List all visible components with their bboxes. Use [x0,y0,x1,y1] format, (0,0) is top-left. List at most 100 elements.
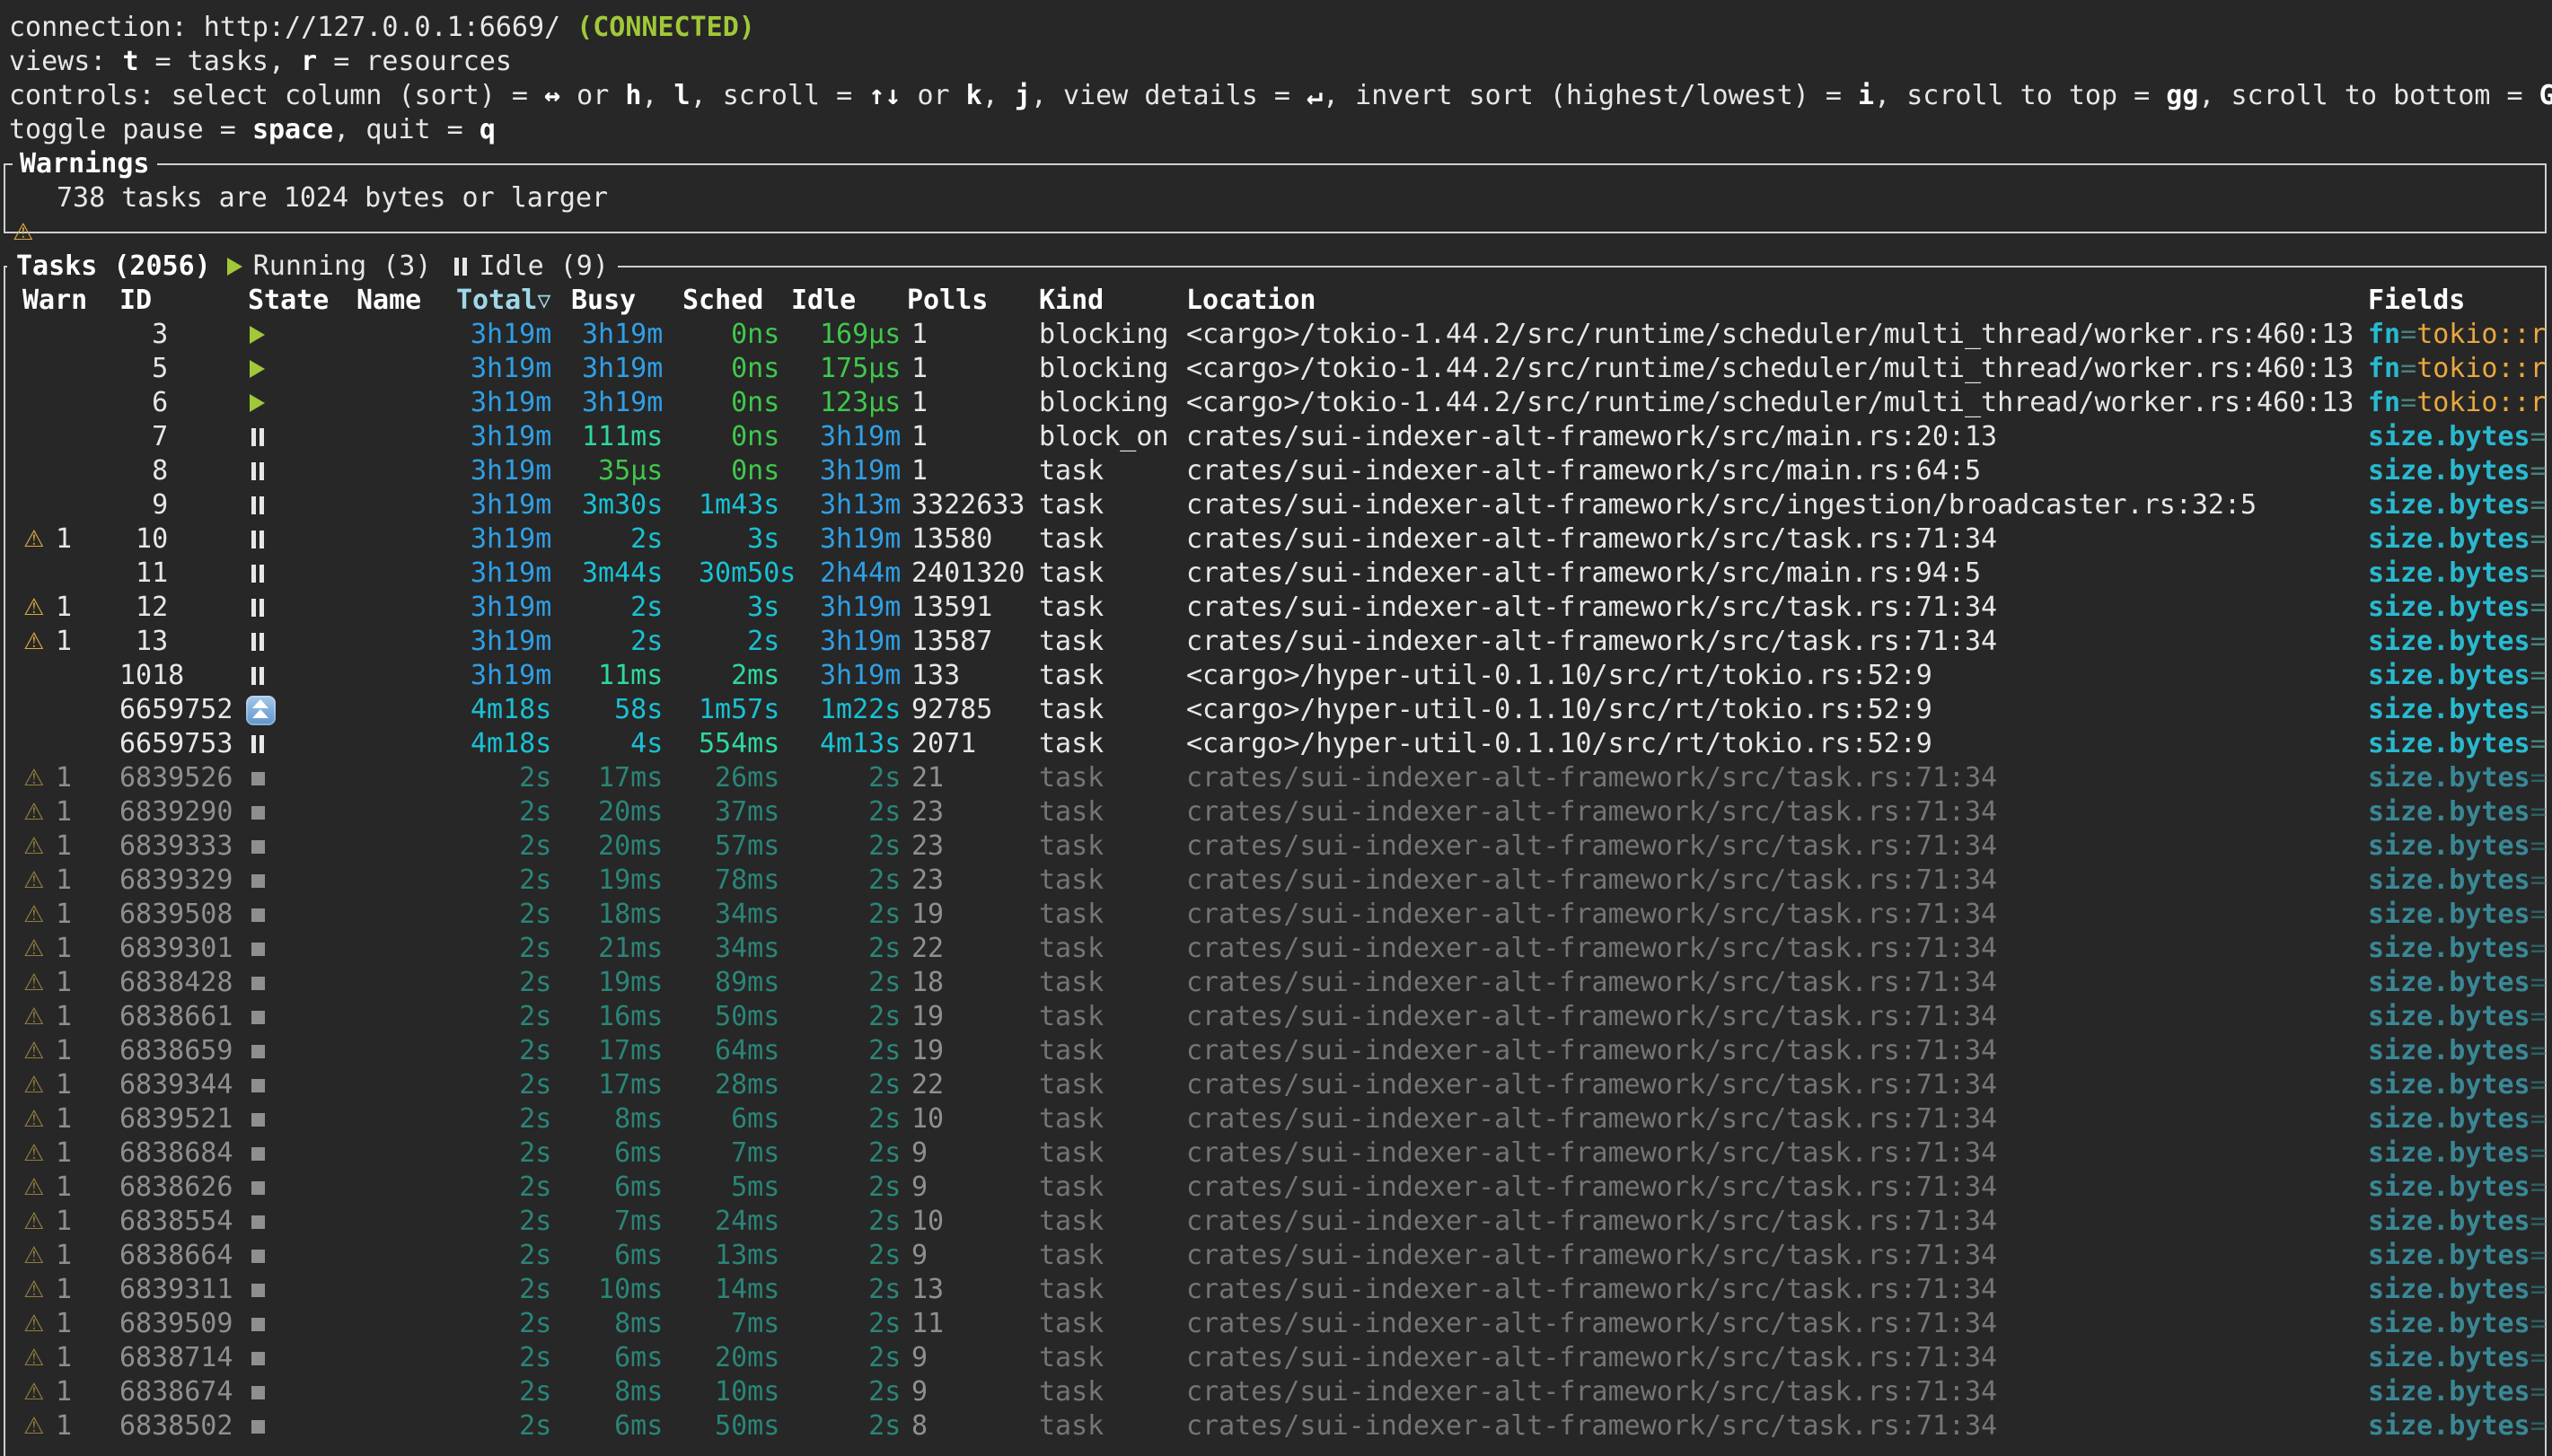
cell-busy: 6ms [582,1409,663,1443]
warning-icon: ⚠ [23,1205,44,1239]
field-key: size.bytes [2368,1308,2530,1339]
cell-task-id: 5 [119,352,168,386]
table-row[interactable]: ⚠1 123h19m 2s 3s3h19m13591taskcrates/sui… [0,591,2552,625]
table-row[interactable]: ⚠16839333 2s 20ms 57ms 2s23taskcrates/su… [0,829,2552,864]
cell-sched: 0ns [699,454,779,488]
cell-busy: 2s [582,625,663,659]
table-row[interactable]: ⚠16839301 2s 21ms 34ms 2s22taskcrates/su… [0,932,2552,966]
field-value: tokio::r [2416,387,2547,418]
cell-busy: 17ms [582,761,663,795]
field-value: tokio::r [2416,319,2547,350]
cell-idle: 2s [820,864,901,898]
running-icon [250,360,265,378]
cell-warn-count: 1 [56,932,72,966]
cell-task-id: 6839344 [119,1068,233,1102]
column-header-fields[interactable]: Fields [2368,284,2465,318]
cell-idle: 3h13m [820,488,901,522]
cell-kind: blocking [1039,386,1169,420]
field-key: size.bytes [2368,1376,2530,1408]
field-key: size.bytes [2368,1069,2530,1101]
field-key: size.bytes [2368,830,2530,862]
table-row[interactable]: 73h19m111ms 0ns3h19m1block_oncrates/sui-… [0,420,2552,454]
cell-sched: 6ms [699,1102,779,1136]
table-row[interactable]: ⚠16838674 2s 8ms 10ms 2s9taskcrates/sui-… [0,1375,2552,1409]
cell-task-id: 12 [119,591,168,625]
table-row[interactable]: 66597534m18s 4s554ms4m13s2071task<cargo>… [0,727,2552,761]
cell-warn-count: 1 [56,1205,72,1239]
cell-busy: 8ms [582,1307,663,1341]
table-row[interactable]: ⚠16838428 2s 19ms 89ms 2s18taskcrates/su… [0,966,2552,1000]
header-text: connection: http://127.0.0.1:6669/ [9,12,576,43]
table-row[interactable]: 83h19m 35µs 0ns3h19m1taskcrates/sui-inde… [0,454,2552,488]
column-header-state[interactable]: State [248,284,329,318]
key-hint: G [2539,80,2552,111]
cell-total: 2s [471,829,551,864]
cell-fields: size.bytes= [2368,488,2547,522]
table-row[interactable]: ⚠16839311 2s 10ms 14ms 2s13taskcrates/su… [0,1273,2552,1307]
warning-icon: ⚠ [23,1034,44,1068]
table-row[interactable]: ⚠16838664 2s 6ms 13ms 2s9taskcrates/sui-… [0,1239,2552,1273]
cell-location: crates/sui-indexer-alt-framework/src/tas… [1186,1409,1997,1443]
table-row[interactable]: ⚠16838626 2s 6ms 5ms 2s9taskcrates/sui-i… [0,1171,2552,1205]
table-row[interactable]: ⚠16838502 2s 6ms 50ms 2s8taskcrates/sui-… [0,1409,2552,1443]
cell-task-id: 6659753 [119,727,233,761]
table-row[interactable]: ⚠16838659 2s 17ms 64ms 2s19taskcrates/su… [0,1034,2552,1068]
stopped-icon [251,1352,265,1365]
cell-busy: 6ms [582,1171,663,1205]
warning-icon: ⚠ [23,591,44,625]
cell-location: crates/sui-indexer-alt-framework/src/tas… [1186,1102,1997,1136]
key-hint: i [1858,80,1874,111]
column-header-name[interactable]: Name [356,284,421,318]
table-row[interactable]: ⚠16838661 2s 16ms 50ms 2s19taskcrates/su… [0,1000,2552,1034]
table-row[interactable]: 93h19m3m30s1m43s3h13m3322633taskcrates/s… [0,488,2552,522]
table-row[interactable]: 66597524m18s 58s1m57s1m22s92785task<carg… [0,693,2552,727]
table-row[interactable]: ⚠16838684 2s 6ms 7ms 2s9taskcrates/sui-i… [0,1136,2552,1171]
cell-kind: task [1039,1136,1104,1171]
column-header-id[interactable]: ID [119,284,152,318]
table-row[interactable]: 10183h19m 11ms 2ms3h19m133task<cargo>/hy… [0,659,2552,693]
field-key: size.bytes [2368,626,2530,657]
table-row[interactable]: 63h19m3h19m 0ns123µs1blocking<cargo>/tok… [0,386,2552,420]
field-key: size.bytes [2368,728,2530,759]
cell-kind: task [1039,1102,1104,1136]
table-row[interactable]: 53h19m3h19m 0ns175µs1blocking<cargo>/tok… [0,352,2552,386]
table-row[interactable]: ⚠16839521 2s 8ms 6ms 2s10taskcrates/sui-… [0,1102,2552,1136]
table-row[interactable]: ⚠16839509 2s 8ms 7ms 2s11taskcrates/sui-… [0,1307,2552,1341]
column-header-sched[interactable]: Sched [682,284,763,318]
column-header-busy[interactable]: Busy [571,284,636,318]
table-row[interactable]: 33h19m3h19m 0ns169µs1blocking<cargo>/tok… [0,318,2552,352]
column-header-idle[interactable]: Idle [791,284,856,318]
table-row[interactable]: ⚠16839329 2s 19ms 78ms 2s23taskcrates/su… [0,864,2552,898]
table-row[interactable]: ⚠16839290 2s 20ms 37ms 2s23taskcrates/su… [0,795,2552,829]
table-row[interactable]: ⚠1 103h19m 2s 3s3h19m13580taskcrates/sui… [0,522,2552,557]
cell-fields: size.bytes= [2368,1307,2547,1341]
table-row[interactable]: ⚠16838554 2s 7ms 24ms 2s10taskcrates/sui… [0,1205,2552,1239]
pause-icon [251,496,265,514]
table-row[interactable]: ⚠16839526 2s 17ms 26ms 2s21taskcrates/su… [0,761,2552,795]
column-header-warn[interactable]: Warn [22,284,87,318]
cell-polls: 1 [911,420,928,454]
stopped-icon [251,1318,265,1331]
key-hint: h [625,80,641,111]
stopped-icon [251,1215,265,1229]
cell-sched: 50ms [699,1000,779,1034]
cell-warn-count: 1 [56,1239,72,1273]
cell-idle: 2s [820,1239,901,1273]
cell-total: 2s [471,1068,551,1102]
table-row[interactable]: ⚠1 133h19m 2s 2s3h19m13587taskcrates/sui… [0,625,2552,659]
column-header-total[interactable]: Total▿ [456,284,550,318]
cell-busy: 18ms [582,898,663,932]
table-row[interactable]: ⚠16839508 2s 18ms 34ms 2s19taskcrates/su… [0,898,2552,932]
header-text: , [641,80,673,111]
column-header-polls[interactable]: Polls [907,284,988,318]
cell-busy: 4s [582,727,663,761]
table-row[interactable]: ⚠16838714 2s 6ms 20ms 2s9taskcrates/sui-… [0,1341,2552,1375]
cell-fields: size.bytes= [2368,898,2547,932]
pause-icon [454,258,468,276]
cell-warn-count: 1 [56,966,72,1000]
table-row[interactable]: 113h19m3m44s30m50s2h44m2401320taskcrates… [0,557,2552,591]
cell-warn-count: 1 [56,625,72,659]
column-header-kind[interactable]: Kind [1039,284,1104,318]
column-header-location[interactable]: Location [1186,284,1316,318]
table-row[interactable]: ⚠16839344 2s 17ms 28ms 2s22taskcrates/su… [0,1068,2552,1102]
